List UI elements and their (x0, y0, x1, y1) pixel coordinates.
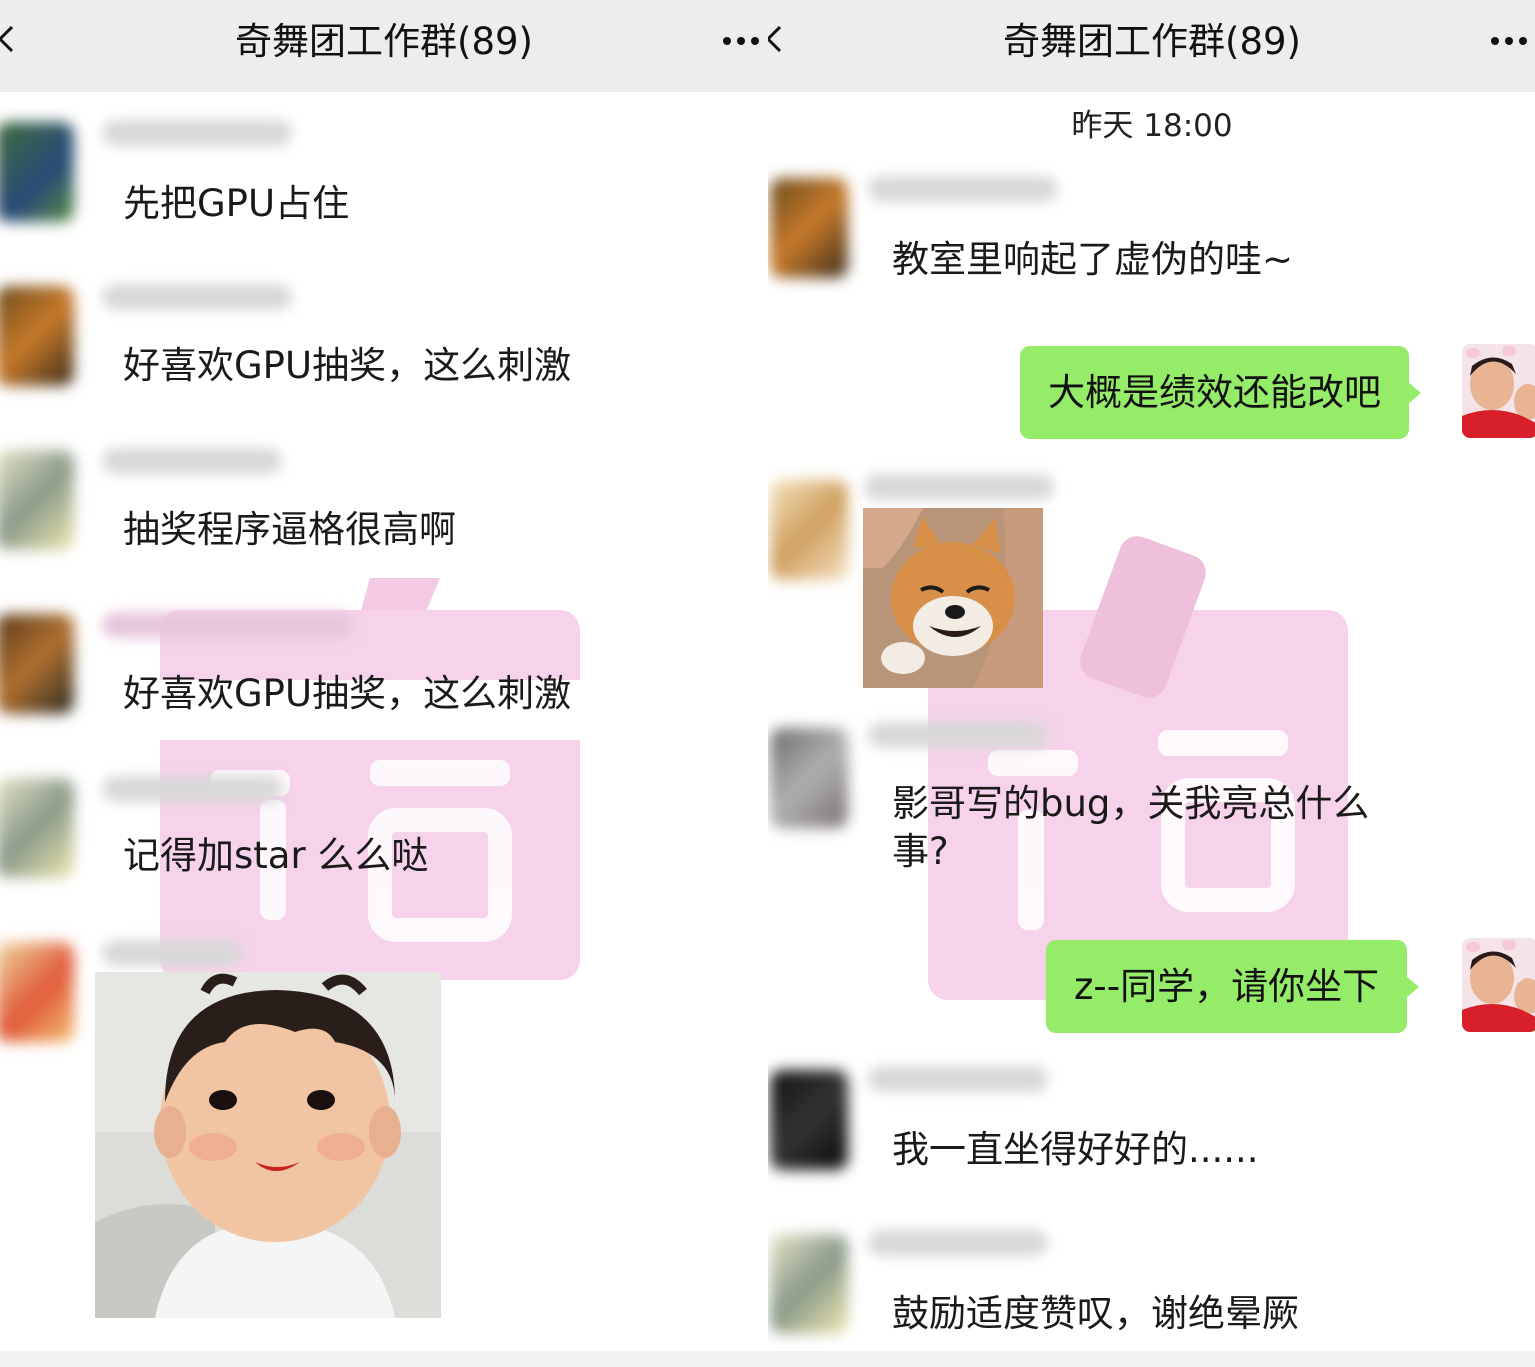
chat-panel-left: 奇舞团工作群(89) 先把GPU占住 好喜欢GPU抽奖，这么刺激 抽奖程序逼格很… (0, 0, 768, 1367)
self-message-bubble[interactable]: z--同学，请你坐下 (1046, 940, 1420, 1033)
avatar[interactable] (770, 728, 848, 828)
message-timestamp: 昨天 18:00 (1071, 108, 1233, 144)
sender-name-blurred (868, 1230, 1048, 1256)
chat-panel-right: 奇舞团工作群(89) 昨天 18:00 教室里响起了虚伪的哇~ 大概是绩效还能改… (768, 0, 1535, 1367)
chat-message: 教室里响起了虚伪的哇~ (892, 238, 1294, 281)
chat-message: 抽奖程序逼格很高啊 (123, 508, 456, 551)
chat-header: 奇舞团工作群(89) (0, 0, 768, 92)
avatar[interactable] (0, 122, 74, 222)
avatar[interactable] (0, 450, 74, 550)
input-bar-edge (768, 1351, 1535, 1367)
chat-message: 我一直坐得好好的...... (892, 1128, 1259, 1171)
sender-name-blurred (868, 722, 1048, 748)
sender-name-blurred (102, 284, 292, 310)
child-face-sticker-image[interactable] (95, 972, 441, 1318)
input-bar-edge (0, 1351, 768, 1367)
self-avatar[interactable] (1462, 938, 1535, 1032)
sender-name-blurred (102, 940, 242, 966)
chat-title: 奇舞团工作群(89) (235, 20, 533, 63)
chat-message: 好喜欢GPU抽奖，这么刺激 (123, 672, 572, 715)
sender-name-blurred (868, 1066, 1048, 1092)
avatar[interactable] (770, 1070, 848, 1170)
more-dots-icon[interactable] (722, 34, 762, 48)
chat-header: 奇舞团工作群(89) (768, 0, 1535, 92)
self-avatar[interactable] (1462, 344, 1535, 438)
sender-name-blurred (102, 120, 292, 146)
avatar[interactable] (0, 778, 74, 878)
avatar[interactable] (0, 286, 74, 386)
avatar[interactable] (770, 178, 848, 278)
chat-message: 先把GPU占住 (123, 182, 350, 225)
sender-name-blurred (868, 176, 1058, 202)
dog-sticker-image[interactable] (863, 508, 1043, 688)
avatar[interactable] (0, 614, 74, 714)
sender-name-blurred (864, 474, 1054, 500)
sender-name-blurred (102, 776, 282, 802)
sender-name-blurred (102, 612, 352, 638)
chat-message: 好喜欢GPU抽奖，这么刺激 (123, 344, 572, 387)
avatar[interactable] (0, 942, 74, 1042)
chat-message: 鼓励适度赞叹，谢绝晕厥 (892, 1292, 1299, 1335)
chat-title: 奇舞团工作群(89) (1003, 20, 1301, 63)
avatar[interactable] (770, 1234, 848, 1334)
more-dots-icon[interactable] (1490, 34, 1530, 48)
sender-name-blurred (102, 448, 282, 474)
self-message-bubble[interactable]: 大概是绩效还能改吧 (1020, 346, 1421, 439)
chat-message: 影哥写的bug，关我亮总什么事? (892, 782, 1370, 873)
avatar[interactable] (770, 480, 848, 580)
chat-message: 记得加star 么么哒 (123, 834, 429, 877)
